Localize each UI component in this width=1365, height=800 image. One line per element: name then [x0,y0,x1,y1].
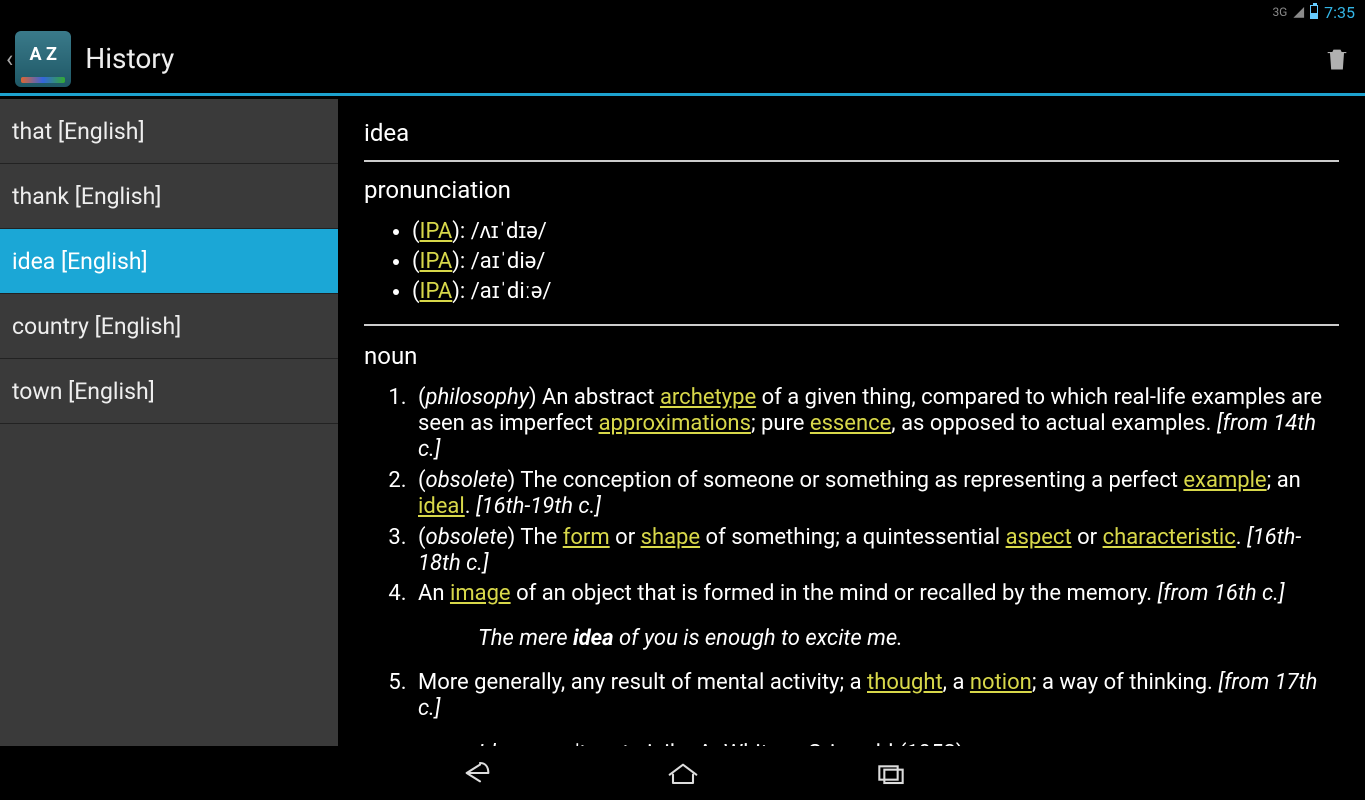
delete-button[interactable] [1323,43,1351,75]
ipa-link[interactable]: IPA [420,219,453,244]
definition-item: More generally, any result of mental act… [412,670,1339,746]
history-item[interactable]: thank [English] [0,164,338,229]
link-essence[interactable]: essence [810,411,891,436]
link-ideal[interactable]: ideal [418,494,465,519]
action-bar: ‹ A Z History [0,24,1365,96]
pronunciation-list: (IPA): /ʌɪˈdɪə/ (IPA): /aɪˈdiə/ (IPA): /aɪ… [364,219,1339,306]
status-bar: 3G ◢ 7:35 [0,0,1365,24]
page-title: History [85,42,1323,75]
history-item[interactable]: that [English] [0,99,338,164]
nav-back-button[interactable] [451,755,499,791]
definition-item: (obsolete) The conception of someone or … [412,468,1339,521]
link-archetype[interactable]: archetype [660,385,756,410]
nav-home-button[interactable] [659,755,707,791]
pronunciation-item: (IPA): /aɪˈdiːə/ [412,279,1339,305]
pronunciation-item: (IPA): /aɪˈdiə/ [412,249,1339,275]
history-item[interactable]: town [English] [0,359,338,424]
battery-icon [1310,5,1318,19]
pronunciation-heading: pronunciation [364,176,1339,205]
history-item[interactable]: country [English] [0,294,338,359]
history-item[interactable]: idea [English] [0,229,338,294]
nav-recent-button[interactable] [867,755,915,791]
link-image[interactable]: image [450,581,511,606]
section-divider [364,324,1339,326]
definition-item: (philosophy) An abstract archetype of a … [412,385,1339,464]
definition-list: (philosophy) An abstract archetype of a … [364,385,1339,746]
part-of-speech: noun [364,342,1339,371]
entry-word: idea [364,119,1339,162]
entry-content: idea pronunciation (IPA): /ʌɪˈdɪə/(IPA):… [338,99,1365,746]
link-thought[interactable]: thought [867,670,943,695]
link-characteristic[interactable]: characteristic [1103,525,1236,550]
link-form[interactable]: form [563,525,610,550]
app-icon[interactable]: A Z [15,31,71,87]
trash-icon [1323,43,1351,75]
link-notion[interactable]: notion [970,670,1032,695]
definition-item: An image of an object that is formed in … [412,581,1339,652]
signal-icon: ◢ [1293,4,1304,20]
home-icon [659,758,707,788]
pronunciation-item: (IPA): /ʌɪˈdɪə/ [412,219,1339,245]
link-approximations[interactable]: approximations [599,411,751,436]
system-nav-bar [0,746,1365,800]
network-indicator: 3G [1272,5,1287,19]
example-quote: The mere idea of you is enough to excite… [478,626,1339,652]
link-example[interactable]: example [1183,468,1266,493]
recent-apps-icon [867,758,915,788]
definition-item: (obsolete) The form or shape of somethin… [412,525,1339,578]
ipa-link[interactable]: IPA [420,279,453,304]
history-sidebar: that [English]thank [English]idea [Engli… [0,99,338,746]
back-arrow-icon [451,758,499,788]
link-aspect[interactable]: aspect [1006,525,1072,550]
ipa-link[interactable]: IPA [420,249,453,274]
clock: 7:35 [1324,3,1355,22]
link-shape[interactable]: shape [641,525,700,550]
back-icon[interactable]: ‹ [6,45,13,73]
